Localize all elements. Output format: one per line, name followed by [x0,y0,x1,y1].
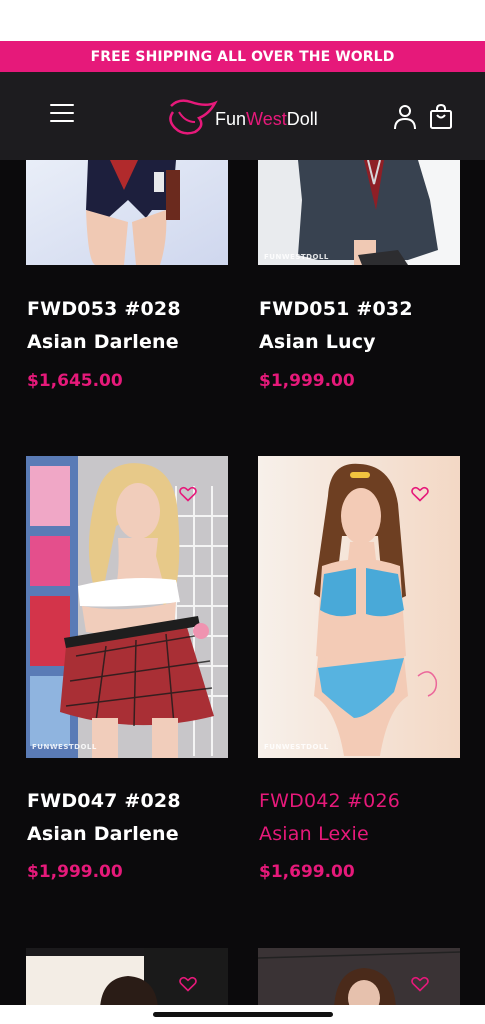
product-card[interactable] [26,948,228,1005]
product-card[interactable]: FUNWESTDOLL FWD047 #028 Asian Darlene $1… [26,456,228,896]
menu-icon-line [50,120,74,122]
product-card[interactable]: FUNWESTDOLL FWD051 #032 Asian Lucy $1,99… [258,160,460,400]
wishlist-button[interactable] [406,970,434,998]
promo-banner: FREE SHIPPING ALL OVER THE WORLD [0,41,485,72]
menu-icon-line [50,112,74,114]
heart-icon [179,976,197,992]
image-watermark: FUNWESTDOLL [264,253,329,261]
status-bar-area [0,0,485,41]
menu-icon-line [50,104,74,106]
product-price: $1,999.00 [27,862,123,882]
product-image[interactable]: FUNWESTDOLL [26,456,228,758]
account-icon[interactable] [393,104,417,130]
product-subtitle[interactable]: Asian Lucy [259,331,376,353]
product-subtitle[interactable]: Asian Darlene [27,331,179,353]
home-indicator[interactable] [153,1012,333,1017]
product-name[interactable]: FWD053 #028 [27,298,181,320]
wishlist-button[interactable] [406,480,434,508]
heart-icon [411,976,429,992]
product-card[interactable]: FUNWESTDOLL FWD042 #026 Asian Lexie $1,6… [258,456,460,896]
cart-icon[interactable] [429,104,453,130]
logo-text-doll: Doll [286,109,318,129]
product-subtitle[interactable]: Asian Darlene [27,823,179,845]
product-name[interactable]: FWD042 #026 [259,790,400,812]
wishlist-button[interactable] [174,970,202,998]
product-price: $1,999.00 [259,371,355,391]
product-name[interactable]: FWD047 #028 [27,790,181,812]
product-card[interactable] [258,948,460,1005]
image-watermark: FUNWESTDOLL [32,743,97,751]
product-card[interactable]: FWD053 #028 Asian Darlene $1,645.00 [26,160,228,400]
logo-text-west: West [246,109,287,129]
product-image[interactable]: FUNWESTDOLL [258,456,460,758]
logo-text-fun: Fun [215,109,247,129]
bottom-safe-area [0,1005,485,1024]
product-grid: FWD053 #028 Asian Darlene $1,645.00 FUNW… [0,160,485,1005]
product-image[interactable] [26,160,228,265]
image-watermark: FUNWESTDOLL [264,743,329,751]
product-image[interactable] [258,948,460,1005]
logo-text: FunWestDoll [215,109,318,130]
product-price: $1,699.00 [259,862,355,882]
product-name[interactable]: FWD051 #032 [259,298,413,320]
heart-icon [179,486,197,502]
wishlist-button[interactable] [174,480,202,508]
menu-button[interactable] [50,104,76,126]
promo-text: FREE SHIPPING ALL OVER THE WORLD [90,48,395,65]
site-logo[interactable]: FunWestDoll [165,92,325,142]
product-image[interactable] [26,948,228,1005]
product-image[interactable]: FUNWESTDOLL [258,160,460,265]
product-subtitle[interactable]: Asian Lexie [259,823,369,845]
site-header: FunWestDoll [0,72,485,160]
product-price: $1,645.00 [27,371,123,391]
heart-icon [411,486,429,502]
